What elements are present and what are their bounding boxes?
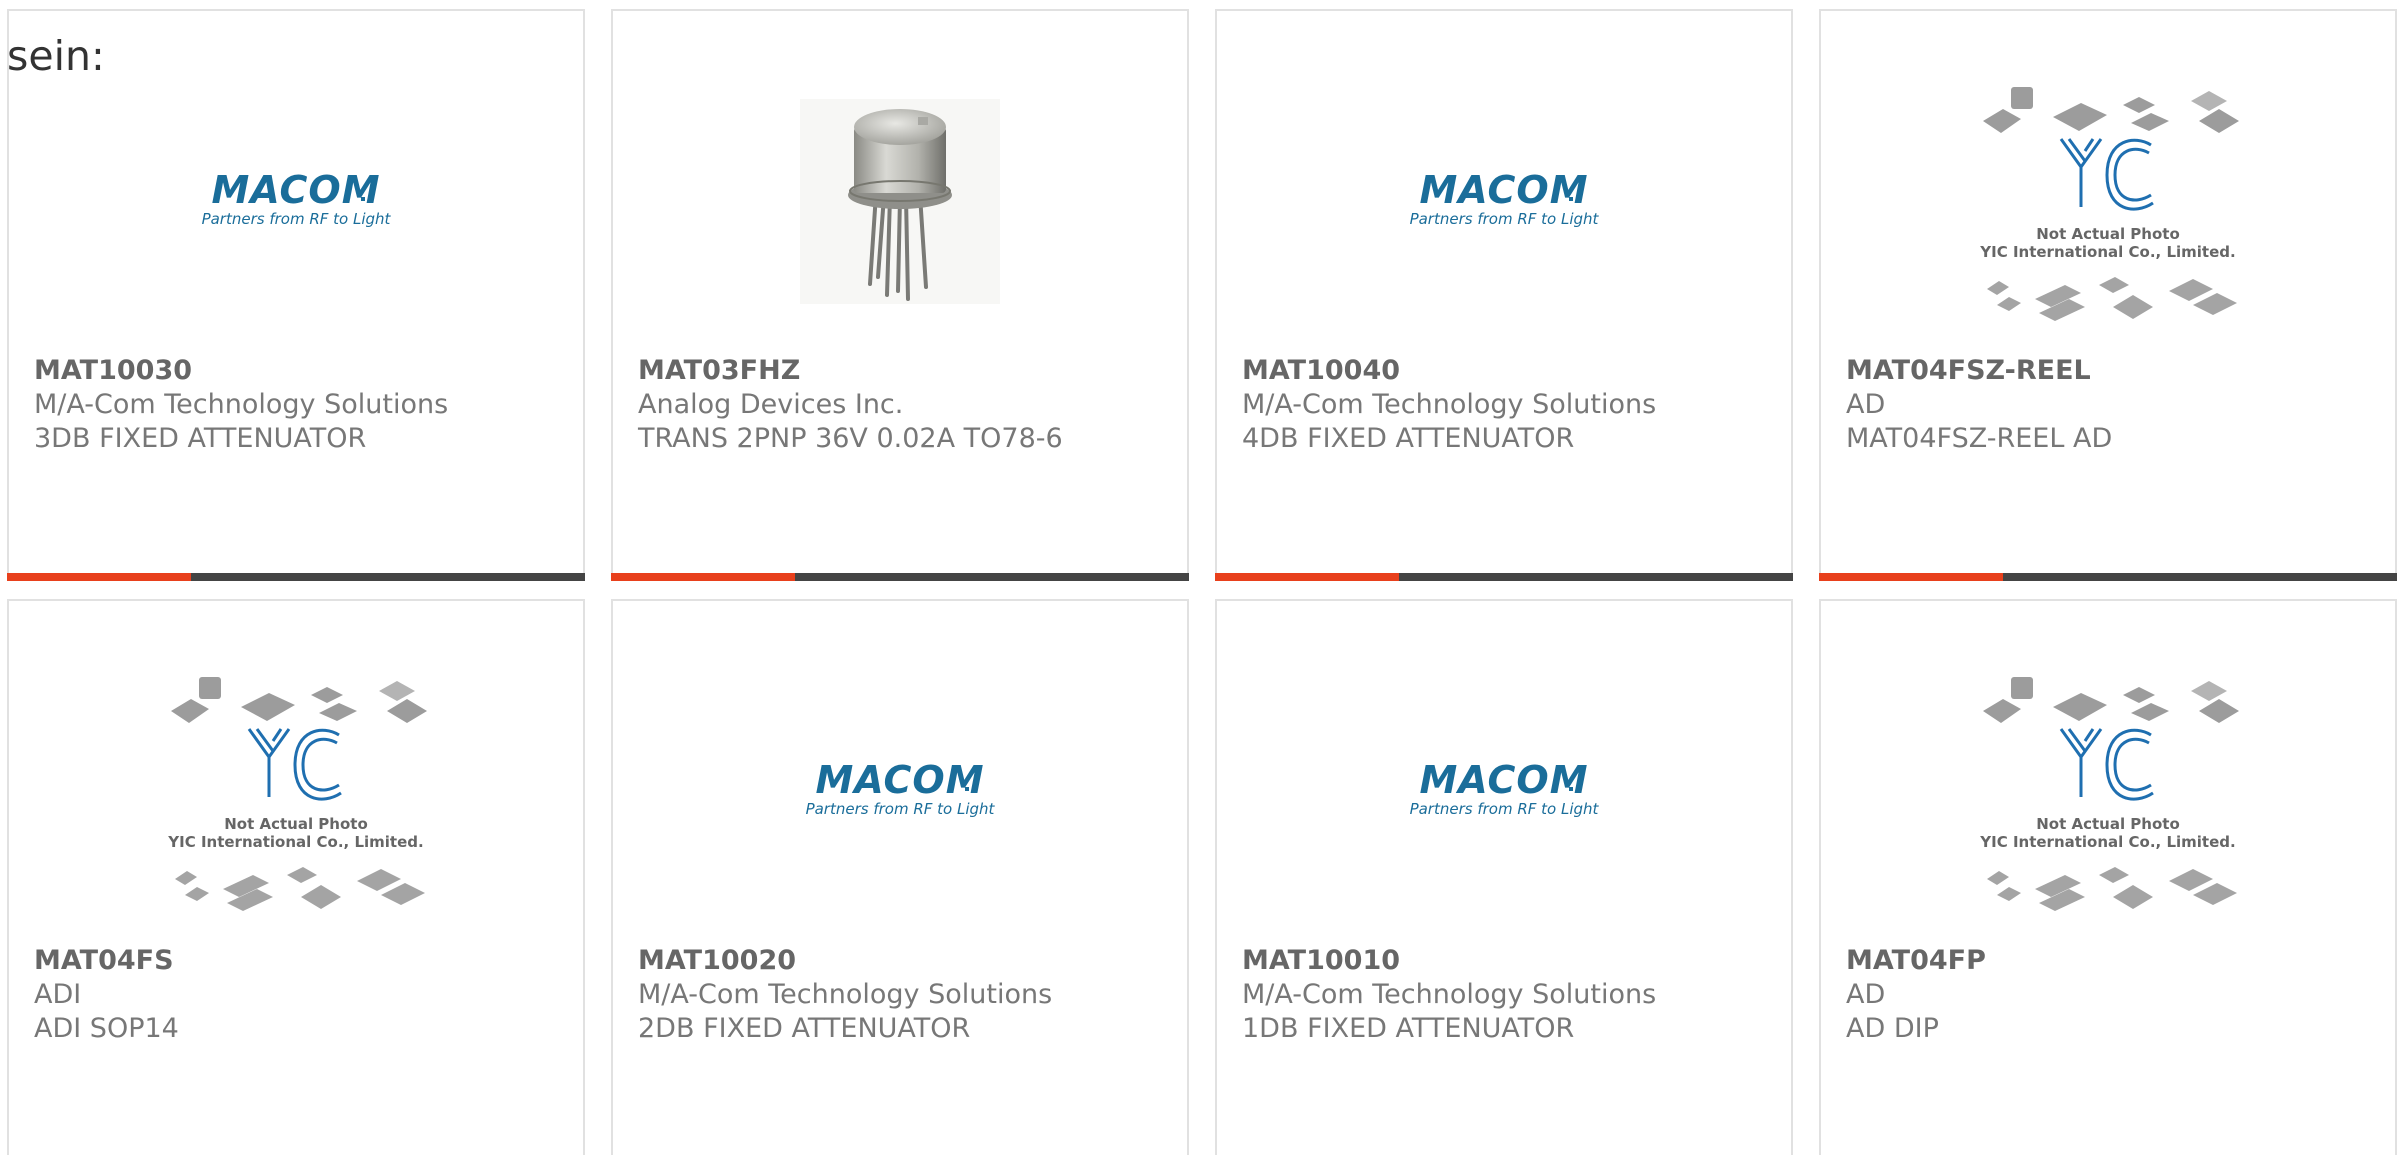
svg-text:MACOM: MACOM (1419, 168, 1588, 212)
product-card[interactable]: MACOM Partners from RF to Light MAT10010… (1215, 599, 1793, 1155)
product-card[interactable]: Not Actual Photo YIC International Co., … (1819, 9, 2397, 581)
product-image[interactable]: MACOM Partners from RF to Light (613, 661, 1187, 921)
manufacturer: M/A-Com Technology Solutions (1242, 979, 1657, 1010)
product-image[interactable] (613, 71, 1187, 331)
description: 1DB FIXED ATTENUATOR (1242, 1013, 1575, 1044)
svg-text:Not Actual Photo: Not Actual Photo (2036, 815, 2180, 833)
card-bottom-bar (7, 573, 585, 581)
product-image[interactable]: Not Actual Photo YIC International Co., … (1821, 71, 2395, 331)
product-card[interactable]: MAT03FHZ Analog Devices Inc. TRANS 2PNP … (611, 9, 1189, 581)
card-accent-bar (7, 573, 191, 581)
to78-transistor-photo (800, 98, 1000, 304)
description: ADI SOP14 (34, 1013, 179, 1044)
product-image[interactable]: MACOM Partners from RF to Light (1217, 661, 1791, 921)
svg-text:Partners from RF to Light: Partners from RF to Light (202, 210, 392, 228)
description: AD DIP (1846, 1013, 1939, 1044)
card-accent-bar (1215, 573, 1399, 581)
yic-placeholder-image: Not Actual Photo YIC International Co., … (1979, 86, 2239, 321)
product-image[interactable]: Not Actual Photo YIC International Co., … (9, 661, 583, 921)
svg-text:Partners from RF to Light: Partners from RF to Light (1410, 210, 1600, 228)
manufacturer: M/A-Com Technology Solutions (1242, 389, 1657, 420)
description: 2DB FIXED ATTENUATOR (638, 1013, 971, 1044)
macom-logo: MACOM Partners from RF to Light (202, 168, 392, 228)
product-card[interactable]: MACOM Partners from RF to Light MAT10020… (611, 599, 1189, 1155)
svg-text:Partners from RF to Light: Partners from RF to Light (1410, 800, 1600, 818)
manufacturer: ADI (34, 979, 82, 1010)
svg-text:MACOM: MACOM (815, 758, 984, 802)
part-number[interactable]: MAT04FSZ-REEL (1846, 354, 2091, 388)
product-image[interactable]: Not Actual Photo YIC International Co., … (1821, 661, 2395, 921)
description: 4DB FIXED ATTENUATOR (1242, 423, 1575, 454)
description: MAT04FSZ-REEL AD (1846, 423, 2113, 454)
card-bottom-bar (1215, 573, 1793, 581)
manufacturer: AD (1846, 979, 1886, 1010)
product-card[interactable]: Not Actual Photo YIC International Co., … (7, 599, 585, 1155)
macom-logo: MACOM Partners from RF to Light (806, 758, 996, 818)
svg-text:Not Actual Photo: Not Actual Photo (224, 815, 368, 833)
product-grid-page: sein: MACOM Partners from RF to Light MA… (0, 0, 2400, 1155)
card-bottom-bar (611, 573, 1189, 581)
product-card[interactable]: MACOM Partners from RF to Light MAT10030… (7, 9, 585, 581)
product-image[interactable]: MACOM Partners from RF to Light (1217, 71, 1791, 331)
svg-text:MACOM: MACOM (211, 168, 380, 212)
svg-text:Not Actual Photo: Not Actual Photo (2036, 225, 2180, 243)
svg-text:Partners from RF to Light: Partners from RF to Light (806, 800, 996, 818)
svg-text:MACOM: MACOM (1419, 758, 1588, 802)
intro-text: sein: (7, 32, 105, 80)
macom-logo: MACOM Partners from RF to Light (1410, 168, 1600, 228)
part-number[interactable]: MAT10040 (1242, 354, 1400, 388)
part-number[interactable]: MAT03FHZ (638, 354, 800, 388)
card-accent-bar (1819, 573, 2003, 581)
yic-placeholder-image: Not Actual Photo YIC International Co., … (167, 676, 427, 911)
manufacturer: AD (1846, 389, 1886, 420)
card-accent-bar (611, 573, 795, 581)
description: TRANS 2PNP 36V 0.02A TO78-6 (638, 423, 1063, 454)
svg-text:YIC International Co., Limited: YIC International Co., Limited. (167, 833, 423, 851)
description: 3DB FIXED ATTENUATOR (34, 423, 367, 454)
manufacturer: Analog Devices Inc. (638, 389, 904, 420)
manufacturer: M/A-Com Technology Solutions (34, 389, 449, 420)
yic-placeholder-image: Not Actual Photo YIC International Co., … (1979, 676, 2239, 911)
part-number[interactable]: MAT04FP (1846, 944, 1986, 978)
svg-text:YIC International Co., Limited: YIC International Co., Limited. (1979, 833, 2235, 851)
product-card[interactable]: MACOM Partners from RF to Light MAT10040… (1215, 9, 1793, 581)
part-number[interactable]: MAT10010 (1242, 944, 1400, 978)
product-image[interactable]: MACOM Partners from RF to Light (9, 71, 583, 331)
part-number[interactable]: MAT10030 (34, 354, 192, 388)
part-number[interactable]: MAT10020 (638, 944, 796, 978)
svg-text:YIC International Co., Limited: YIC International Co., Limited. (1979, 243, 2235, 261)
macom-logo: MACOM Partners from RF to Light (1410, 758, 1600, 818)
product-card[interactable]: Not Actual Photo YIC International Co., … (1819, 599, 2397, 1155)
part-number[interactable]: MAT04FS (34, 944, 174, 978)
card-bottom-bar (1819, 573, 2397, 581)
manufacturer: M/A-Com Technology Solutions (638, 979, 1053, 1010)
